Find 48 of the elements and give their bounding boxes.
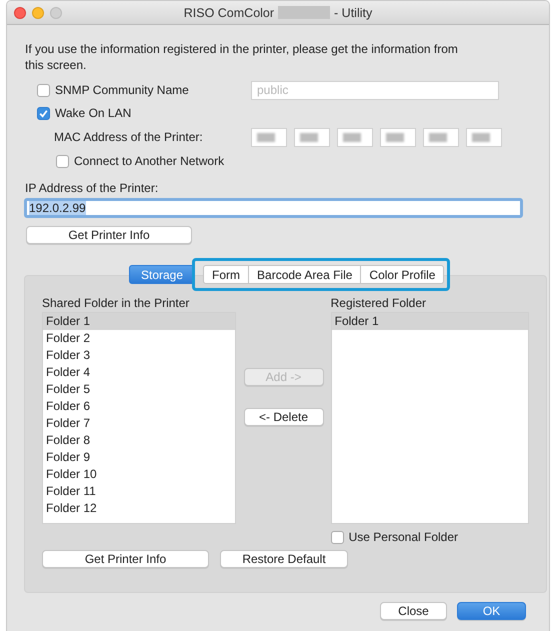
field-label: MAC Address of the Printer: (54, 130, 204, 144)
checkbox-label: Wake On LAN (55, 106, 132, 120)
list-item[interactable]: Folder 9 (43, 449, 236, 466)
input-field[interactable]: public (251, 80, 499, 100)
input-field[interactable] (466, 128, 502, 146)
checkbox[interactable] (37, 84, 50, 96)
list-item[interactable]: Folder 1 (332, 313, 528, 330)
input-field[interactable] (251, 128, 287, 146)
field-label: IP Address of the Printer: (25, 181, 160, 197)
list-item[interactable]: Folder 12 (43, 500, 236, 517)
input-field[interactable] (423, 128, 459, 146)
tab[interactable]: Color Profile (361, 265, 444, 284)
input-field[interactable] (337, 128, 373, 146)
window-title: RISO ComColor (184, 6, 274, 20)
list-item[interactable]: Folder 5 (43, 381, 236, 398)
checkbox-label: SNMP Community Name (55, 83, 190, 97)
checkbox-label: Connect to Another Network (74, 154, 224, 168)
input-field[interactable] (380, 128, 416, 146)
checkbox-label: Use Personal Folder (348, 530, 458, 544)
list-item[interactable]: Folder 2 (43, 330, 236, 347)
input-field[interactable]: 192.0.2.99 (24, 198, 523, 218)
blurred-block (278, 6, 330, 19)
list-item[interactable]: Folder 3 (43, 347, 236, 364)
list-item[interactable]: Folder 8 (43, 432, 236, 449)
window-title: - Utility (334, 6, 372, 20)
list-item[interactable]: Folder 11 (43, 483, 236, 500)
checkbox[interactable] (56, 154, 69, 168)
tab[interactable]: Form (203, 265, 250, 284)
close-window-icon[interactable] (14, 6, 26, 18)
list-item[interactable]: Folder 6 (43, 398, 236, 415)
list-item[interactable]: Folder 4 (43, 364, 236, 381)
list-item[interactable]: Folder 10 (43, 466, 236, 483)
restore-default-button[interactable]: Restore Default (220, 550, 348, 568)
input-field[interactable] (294, 128, 330, 146)
checkbox[interactable] (37, 106, 50, 120)
intro-text: If you use the information registered in the printer, please get the information from this screen. (25, 41, 459, 73)
delete-button[interactable]: <- Delete (244, 408, 324, 426)
list-item[interactable]: Folder 1 (43, 313, 236, 330)
list-label: Registered Folder (330, 296, 428, 312)
tab[interactable]: Barcode Area File (249, 265, 362, 284)
zoom-window-icon[interactable] (50, 6, 62, 18)
checkbox[interactable] (330, 530, 344, 544)
minimize-window-icon[interactable] (32, 6, 44, 18)
get-printer-info-button[interactable]: Get Printer Info (42, 550, 209, 568)
list-item[interactable]: Folder 7 (43, 415, 236, 432)
close-button[interactable]: Close (380, 602, 447, 620)
get-printer-info-button[interactable]: Get Printer Info (26, 226, 192, 244)
list-label: Shared Folder in the Printer (42, 296, 190, 312)
